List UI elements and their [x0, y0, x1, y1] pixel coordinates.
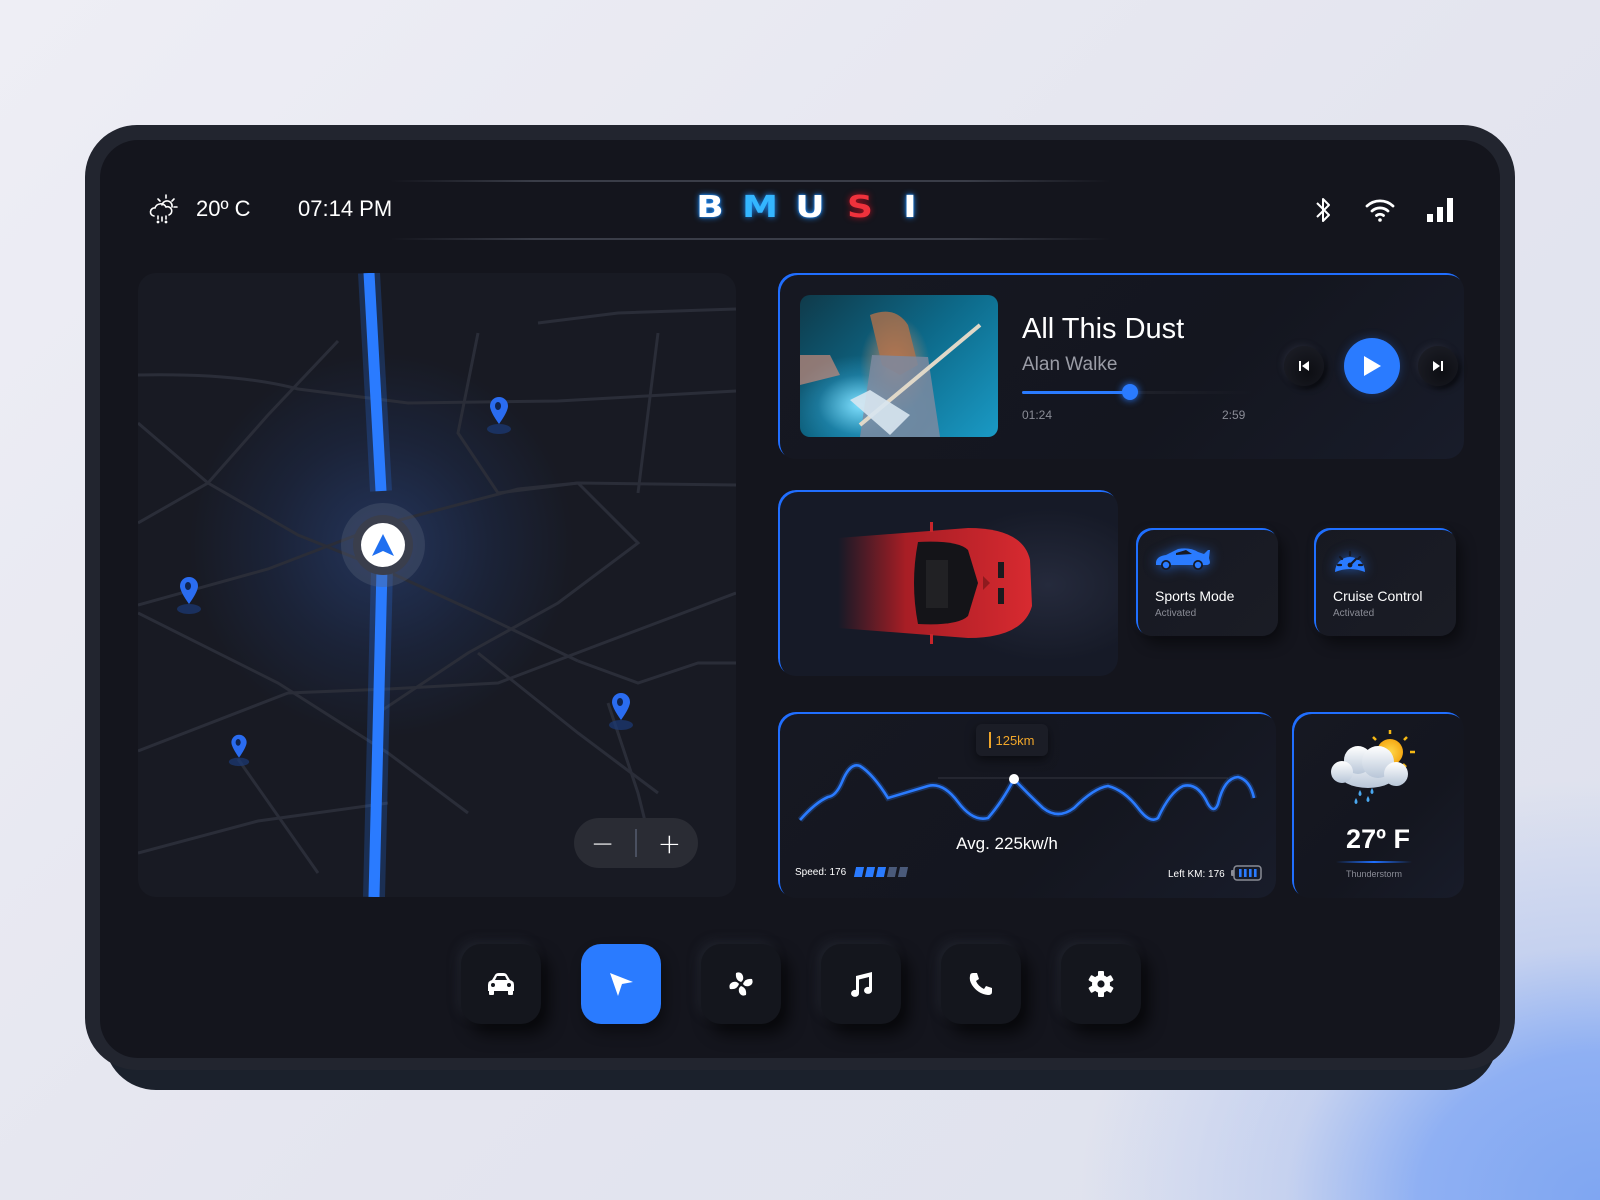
outside-temperature: 20º C	[196, 196, 251, 221]
speed-level-segment	[875, 867, 887, 877]
previous-icon	[1299, 361, 1309, 371]
navigation-arrow-icon	[610, 973, 633, 996]
nav-navigation-button[interactable]	[581, 944, 661, 1024]
divider	[390, 180, 1110, 182]
nav-climate-button[interactable]	[701, 944, 781, 1024]
cruise-control-card[interactable]: Cruise Control Activated	[1314, 528, 1456, 636]
mode-title: Cruise Control	[1333, 588, 1423, 604]
zoom-in-button[interactable]: +	[644, 818, 694, 868]
dashboard-screen: 20º C 07:14 PM B M U S I − + All This Du…	[100, 140, 1500, 1058]
route-line	[358, 273, 393, 897]
phone-icon	[969, 973, 992, 995]
current-location-marker	[341, 503, 425, 587]
cloud-sun-rain-icon	[1331, 730, 1415, 804]
divider	[390, 238, 1110, 240]
mode-title: Sports Mode	[1155, 588, 1235, 604]
battery-icon	[1231, 865, 1262, 881]
speed-level-segment	[853, 867, 865, 877]
map-pin[interactable]	[486, 395, 512, 435]
nav-music-button[interactable]	[821, 944, 901, 1024]
song-title: All This Dust	[1022, 313, 1185, 345]
play-icon	[1364, 356, 1381, 376]
signal-icon	[1427, 198, 1453, 222]
previous-track-button[interactable]	[1284, 346, 1324, 386]
car-top-view-image	[838, 522, 1032, 644]
speed-level-indicator	[853, 867, 909, 877]
music-player-card: All This Dust Alan Walke 01:24 2:59	[778, 273, 1464, 459]
play-button[interactable]	[1344, 338, 1400, 394]
weather-card: 27º F Thunderstorm	[1292, 712, 1464, 898]
status-bar: 20º C 07:14 PM B M U S I	[100, 180, 1500, 240]
bluetooth-icon[interactable]	[1314, 194, 1334, 226]
navigation-map[interactable]: − +	[138, 273, 736, 897]
map-pin[interactable]	[176, 575, 202, 615]
music-note-icon	[851, 972, 873, 997]
progress-fill	[1022, 391, 1131, 394]
current-time: 01:24	[1022, 408, 1053, 422]
bottom-navigation	[461, 944, 1141, 1024]
map-zoom-control: − +	[574, 818, 698, 868]
logo-letter: I	[903, 190, 917, 225]
tooltip-value: 125km	[995, 732, 1035, 748]
weather-temperature: 27º F	[1346, 824, 1410, 854]
distance-tooltip: 125km	[976, 724, 1048, 756]
average-consumption: Avg. 225kw/h	[956, 834, 1058, 853]
cloud-rain-sun-icon	[149, 194, 178, 224]
energy-consumption-card: 125km Avg. 225kw/h Speed: 176 Left KM: 1…	[778, 712, 1276, 898]
clock: 07:14 PM	[298, 196, 393, 221]
speed-level-segment	[897, 867, 909, 877]
vehicle-card	[778, 490, 1118, 676]
gear-icon	[1088, 971, 1114, 997]
sports-car-icon	[1156, 548, 1210, 570]
guitarist-image	[800, 311, 982, 437]
navigation-arrow-icon	[372, 534, 394, 556]
sports-mode-card[interactable]: Sports Mode Activated	[1136, 528, 1278, 636]
mode-status: Activated	[1155, 608, 1197, 619]
highlight-point[interactable]	[1009, 774, 1019, 784]
mode-status: Activated	[1333, 608, 1375, 619]
fan-icon	[729, 972, 753, 996]
tooltip-marker	[989, 732, 992, 748]
nav-car-button[interactable]	[461, 944, 541, 1024]
total-time: 2:59	[1222, 408, 1246, 422]
car-icon	[488, 973, 514, 995]
nav-phone-button[interactable]	[941, 944, 1021, 1024]
energy-line	[799, 764, 1256, 821]
song-artist: Alan Walke	[1022, 354, 1118, 375]
progress-thumb[interactable]	[1122, 384, 1139, 400]
nav-settings-button[interactable]	[1061, 944, 1141, 1024]
connectivity-icons	[1314, 194, 1454, 226]
map-pin[interactable]	[228, 733, 250, 767]
map-pin[interactable]	[608, 691, 634, 731]
divider	[634, 829, 637, 857]
range-label: Left KM: 176	[1168, 869, 1225, 880]
album-art	[800, 295, 998, 437]
weather-condition: Thunderstorm	[1345, 869, 1403, 879]
divider	[1336, 861, 1412, 863]
next-icon	[1433, 361, 1443, 371]
next-track-button[interactable]	[1418, 346, 1458, 386]
playback-progress-slider[interactable]	[1022, 384, 1252, 400]
wifi-icon[interactable]	[1364, 197, 1396, 223]
speed-level-segment	[886, 867, 898, 877]
zoom-out-button[interactable]: −	[578, 818, 628, 868]
speed-label: Speed: 176	[795, 867, 847, 878]
speed-level-segment	[864, 867, 876, 877]
speedometer-icon	[1335, 550, 1365, 572]
brand-logo: B M U S I	[685, 190, 935, 225]
